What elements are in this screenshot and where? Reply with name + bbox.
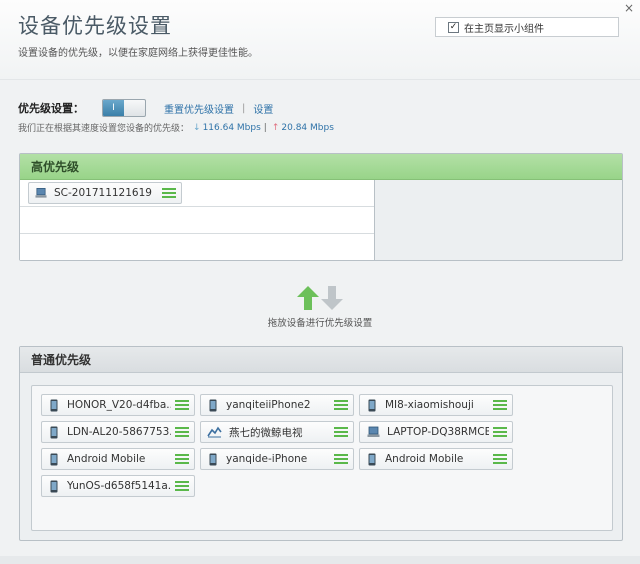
device-name: LAPTOP-DQ38RMCB — [387, 426, 489, 438]
normal-priority-panel: 普通优先级 HONOR_V20-d4fba... yanqiteiiPhone2… — [19, 346, 623, 541]
device-name: 燕七的微鲸电视 — [229, 426, 303, 439]
show-widget-option[interactable]: ✓ 在主页显示小组件 — [435, 17, 619, 37]
phone-icon — [366, 398, 378, 412]
device-name: YunOS-d658f5141a... — [67, 480, 171, 492]
high-priority-slot[interactable] — [20, 207, 374, 234]
arrow-up-icon — [297, 286, 319, 310]
normal-priority-title: 普通优先级 — [20, 347, 622, 373]
settings-link[interactable]: 设置 — [253, 101, 273, 116]
drag-handle-icon[interactable] — [175, 454, 189, 464]
device-chip[interactable]: Android Mobile — [359, 448, 513, 470]
phone-icon — [366, 452, 378, 466]
laptop-icon — [35, 186, 47, 200]
drag-handle-icon[interactable] — [493, 454, 507, 464]
phone-icon — [48, 452, 60, 466]
device-name: LDN-AL20-5867753... — [67, 426, 171, 438]
show-widget-checkbox[interactable]: ✓ — [448, 21, 459, 33]
priority-label: 优先级设置： — [18, 102, 84, 115]
reset-priority-link[interactable]: 重置优先级设置 — [164, 101, 234, 116]
arrow-down-icon — [321, 286, 343, 310]
laptop-icon — [366, 425, 380, 439]
link-separator: | — [242, 102, 246, 114]
device-chip[interactable]: YunOS-d658f5141a... — [41, 475, 195, 497]
priority-toggle[interactable]: I — [102, 99, 146, 117]
drag-handle-icon[interactable] — [493, 400, 507, 410]
drag-handle-icon[interactable] — [175, 400, 189, 410]
device-name: MI8-xiaomishouji — [385, 399, 474, 411]
speed-prefix: 我们正在根据其速度设置您设备的优先级： — [18, 124, 190, 134]
high-priority-title: 高优先级 — [20, 154, 622, 180]
tv-icon — [207, 425, 222, 439]
device-chip[interactable]: yanqide-iPhone — [200, 448, 354, 470]
device-name: Android Mobile — [385, 453, 464, 465]
normal-priority-list[interactable]: HONOR_V20-d4fba... yanqiteiiPhone2 MI8-x… — [31, 385, 613, 531]
download-speed: 116.64 Mbps — [202, 122, 261, 133]
drag-hint: 拖放设备进行优先级设置 — [0, 285, 640, 329]
drag-handle-icon[interactable] — [493, 427, 507, 437]
phone-icon — [48, 398, 60, 412]
phone-icon — [48, 479, 60, 493]
device-chip[interactable]: Android Mobile — [41, 448, 195, 470]
drag-handle-icon[interactable] — [175, 427, 189, 437]
speed-info: 我们正在根据其速度设置您设备的优先级： ↓ 116.64 Mbps | ↑ 20… — [18, 121, 334, 135]
drag-handle-icon[interactable] — [334, 454, 348, 464]
device-chip[interactable]: 燕七的微鲸电视 — [200, 421, 354, 443]
show-widget-label: 在主页显示小组件 — [464, 23, 544, 35]
priority-settings-row: 优先级设置： I 重置优先级设置 | 设置 — [18, 99, 273, 117]
drag-handle-icon[interactable] — [162, 188, 176, 198]
device-name: Android Mobile — [67, 453, 146, 465]
toggle-on-indicator: I — [103, 100, 124, 116]
page-subtitle: 设置设备的优先级，以便在家庭网络上获得更佳性能。 — [18, 48, 258, 59]
drag-hint-text: 拖放设备进行优先级设置 — [267, 318, 373, 329]
drag-handle-icon[interactable] — [334, 400, 348, 410]
device-chip[interactable]: LAPTOP-DQ38RMCB — [359, 421, 513, 443]
page-bottom-edge — [0, 556, 640, 564]
device-chip[interactable]: SC-201711121619 — [28, 182, 182, 204]
device-name: HONOR_V20-d4fba... — [67, 399, 171, 411]
download-arrow-icon: ↓ — [193, 122, 201, 133]
page-title: 设备优先级设置 — [18, 14, 172, 38]
device-chip[interactable]: LDN-AL20-5867753... — [41, 421, 195, 443]
device-chip[interactable]: MI8-xiaomishouji — [359, 394, 513, 416]
high-priority-slot[interactable] — [20, 234, 374, 261]
drag-handle-icon[interactable] — [334, 427, 348, 437]
page-header: 设备优先级设置 设置设备的优先级，以便在家庭网络上获得更佳性能。 × ✓ 在主页… — [0, 0, 640, 80]
high-priority-list[interactable]: SC-201711121619 — [20, 180, 375, 260]
device-chip[interactable]: yanqiteiiPhone2 — [200, 394, 354, 416]
upload-speed: 20.84 Mbps — [281, 122, 334, 133]
device-chip[interactable]: HONOR_V20-d4fba... — [41, 394, 195, 416]
phone-icon — [207, 452, 219, 466]
device-name: yanqiteiiPhone2 — [226, 399, 311, 411]
device-name: SC-201711121619 — [54, 187, 152, 199]
high-priority-panel: 高优先级 SC-201711121619 — [19, 153, 623, 261]
high-priority-slot[interactable]: SC-201711121619 — [20, 180, 374, 207]
phone-icon — [48, 425, 60, 439]
upload-arrow-icon: ↑ — [271, 122, 280, 133]
device-name: yanqide-iPhone — [226, 453, 308, 465]
drag-handle-icon[interactable] — [175, 481, 189, 491]
close-icon[interactable]: × — [624, 1, 634, 15]
speed-separator: | — [263, 122, 267, 133]
phone-icon — [207, 398, 219, 412]
